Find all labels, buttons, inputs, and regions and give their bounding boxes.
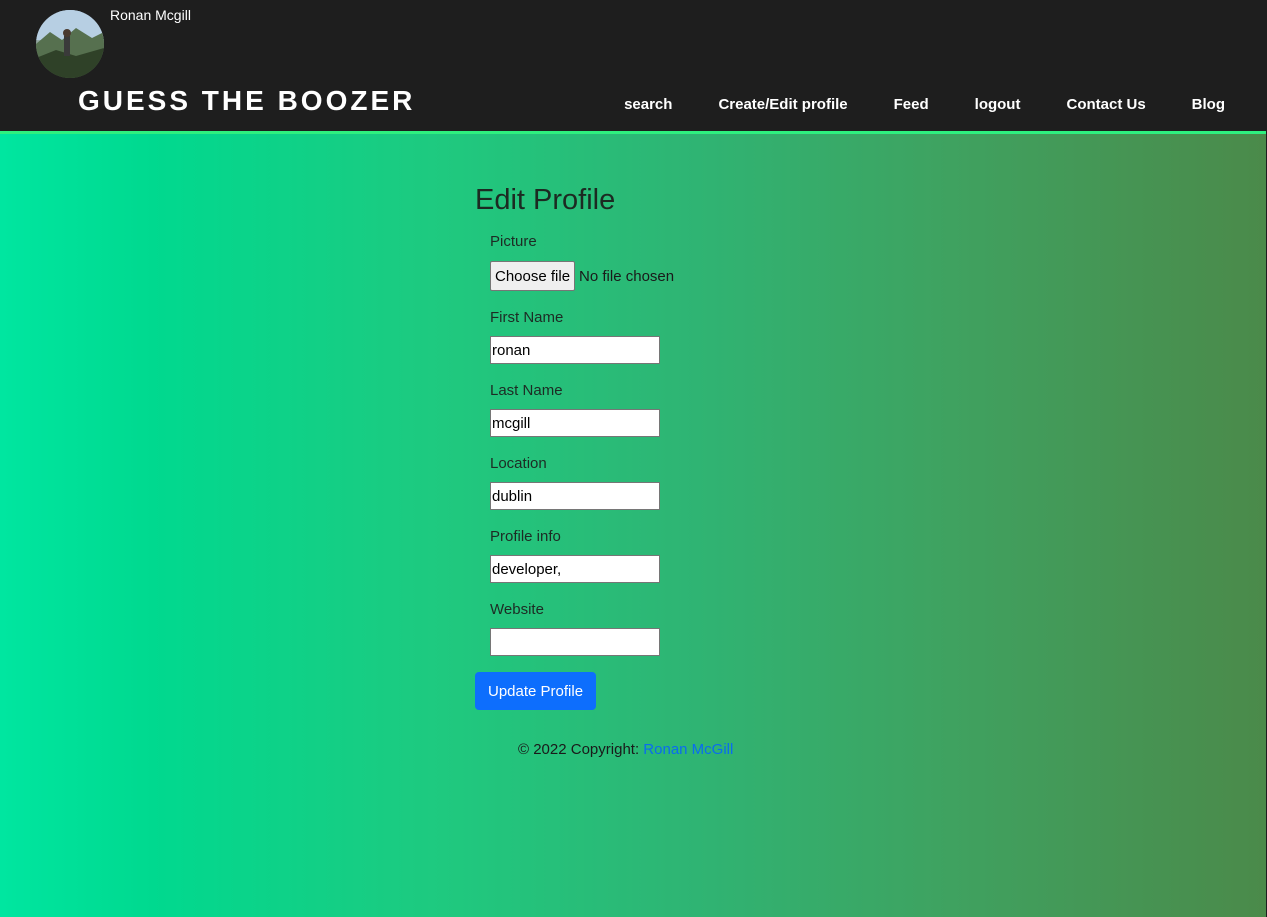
edit-profile-form: Edit Profile Picture Choose file No file… [475,184,895,710]
nav-search[interactable]: search [624,96,672,116]
footer: © 2022 Copyright: Ronan McGill [518,741,733,758]
profile-info-label: Profile info [490,528,561,545]
website-input[interactable] [490,628,660,656]
update-profile-button[interactable]: Update Profile [475,672,597,710]
profile-info-input[interactable] [490,555,660,583]
picture-label: Picture [490,233,537,250]
last-name-input[interactable] [490,409,660,437]
location-label: Location [490,455,547,472]
location-input[interactable] [490,482,660,510]
site-logo-title[interactable]: GUESS THE BOOZER [78,85,415,117]
profile-info-group: Profile info [490,528,895,583]
nav-logout[interactable]: logout [975,96,1021,116]
main-nav: search Create/Edit profile Feed logout C… [624,96,1225,116]
nav-feed[interactable]: Feed [894,96,929,116]
choose-file-button[interactable]: Choose file [490,261,576,291]
last-name-group: Last Name [490,382,895,437]
file-picker: Choose file No file chosen [490,261,895,291]
author-link[interactable]: Ronan McGill [643,741,733,758]
page-title: Edit Profile [475,184,616,216]
avatar[interactable] [36,10,104,78]
top-header: Ronan Mcgill GUESS THE BOOZER search Cre… [0,0,1267,134]
picture-group: Picture Choose file No file chosen [490,233,895,291]
website-group: Website [490,601,895,656]
last-name-label: Last Name [490,382,563,399]
first-name-input[interactable] [490,336,660,364]
first-name-group: First Name [490,309,895,364]
nav-contact-us[interactable]: Contact Us [1066,96,1145,116]
header-username: Ronan Mcgill [110,7,191,23]
nav-create-edit-profile[interactable]: Create/Edit profile [718,96,847,116]
copyright-text: © 2022 Copyright: [518,741,644,758]
profile-photo-image [36,10,104,78]
nav-blog[interactable]: Blog [1192,96,1225,116]
first-name-label: First Name [490,309,564,326]
website-label: Website [490,601,544,618]
file-status-text: No file chosen [579,267,675,285]
location-group: Location [490,455,895,510]
